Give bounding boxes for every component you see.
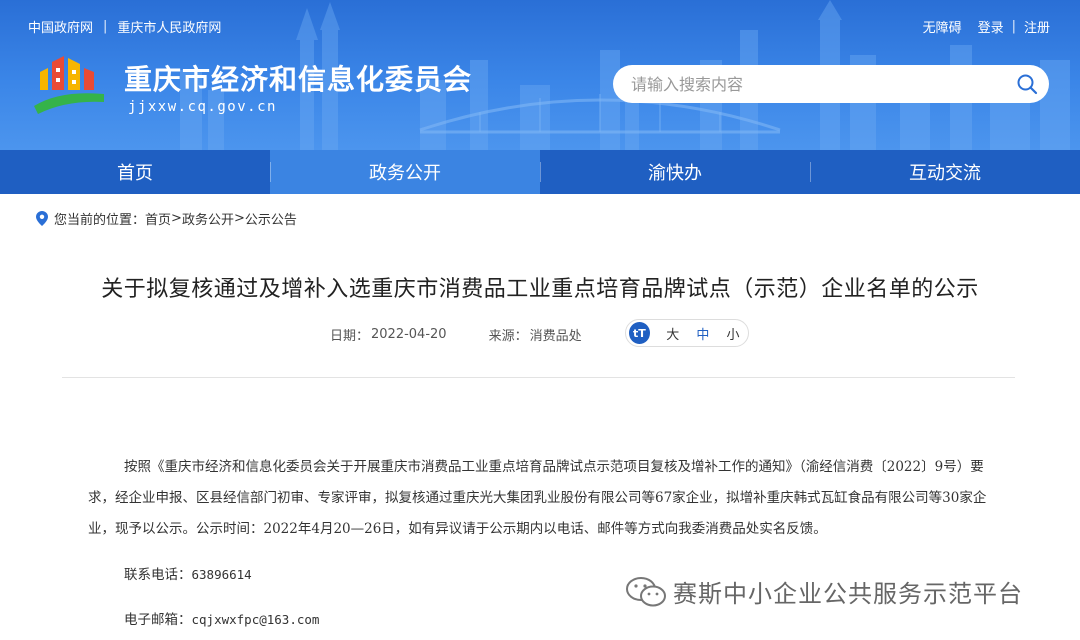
location-pin-icon [36,211,48,226]
contact-email: 电子邮箱：cqjxwxfpc@163.com [124,608,319,628]
breadcrumb-prefix: 您当前的位置： [54,213,146,228]
login-link[interactable]: 登录 [978,17,1004,36]
top-links: 中国政府网 | 重庆市人民政府网 [28,17,221,36]
source-label: 来源： [488,329,528,344]
link-separator: | [103,19,108,34]
font-size-small[interactable]: 小 [718,324,748,343]
search-input[interactable] [613,74,1005,94]
nav-item-yukuaiban[interactable]: 渝快办 [540,150,810,194]
search-icon[interactable] [1005,65,1049,103]
search-box [613,65,1049,103]
email-label: 电子邮箱： [124,612,192,628]
breadcrumb-separator: > [233,211,245,226]
watermark-text: 赛斯中小企业公共服务示范平台 [673,580,1023,608]
font-size-icon: tT [629,322,650,344]
phone-value: 63896614 [191,567,252,582]
content-divider [62,377,1015,378]
wechat-watermark: 赛斯中小企业公共服务示范平台 [625,574,1023,609]
nav-item-interaction[interactable]: 互动交流 [810,150,1080,194]
font-size-large[interactable]: 大 [658,324,688,343]
main-nav: 首页 政务公开 渝快办 互动交流 [0,150,1080,194]
nav-item-home[interactable]: 首页 [0,150,270,194]
article-title: 关于拟复核通过及增补入选重庆市消费品工业重点培育品牌试点（示范）企业名单的公示 [101,277,979,302]
site-domain: jjxxw.cq.gov.cn [128,99,277,115]
breadcrumb-home[interactable]: 首页 [145,209,171,228]
gov-portal-link[interactable]: 中国政府网 [28,17,93,36]
article-source: 消费品处 [529,329,582,344]
nav-item-gov-affairs[interactable]: 政务公开 [270,150,540,194]
site-title[interactable]: 重庆市经济和信息化委员会 [124,58,472,98]
wechat-icon [626,576,666,606]
article-body: 按照《重庆市经济和信息化委员会关于开展重庆市消费品工业重点培育品牌试点示范项目复… [88,459,987,537]
breadcrumb: 您当前的位置： 首页 > 政务公开 > 公示公告 [36,209,297,228]
email-value[interactable]: cqjxwxfpc@163.com [192,612,320,627]
breadcrumb-gov-affairs[interactable]: 政务公开 [182,209,234,228]
article-meta: 日期： 2022-04-20 来源： 消费品处 [330,325,582,344]
breadcrumb-separator: > [171,211,182,226]
font-size-switcher: tT 大 中 小 [625,319,749,347]
cq-gov-link[interactable]: 重庆市人民政府网 [117,17,221,36]
breadcrumb-notices[interactable]: 公示公告 [245,209,297,228]
contact-phone: 联系电话：63896614 [124,563,252,583]
site-logo-icon[interactable] [30,50,108,120]
font-size-medium[interactable]: 中 [688,324,718,343]
register-link[interactable]: 注册 [1024,17,1050,36]
user-links: 无障碍 登录 | 注册 [923,17,1050,36]
accessibility-link[interactable]: 无障碍 [923,17,962,36]
link-separator: | [1011,19,1016,34]
phone-label: 联系电话： [124,567,192,583]
site-header: 中国政府网 | 重庆市人民政府网 无障碍 登录 | 注册 重庆市经济和信息化委员… [0,0,1080,150]
date-label: 日期： [330,329,370,344]
article-date: 2022-04-20 [371,327,447,342]
